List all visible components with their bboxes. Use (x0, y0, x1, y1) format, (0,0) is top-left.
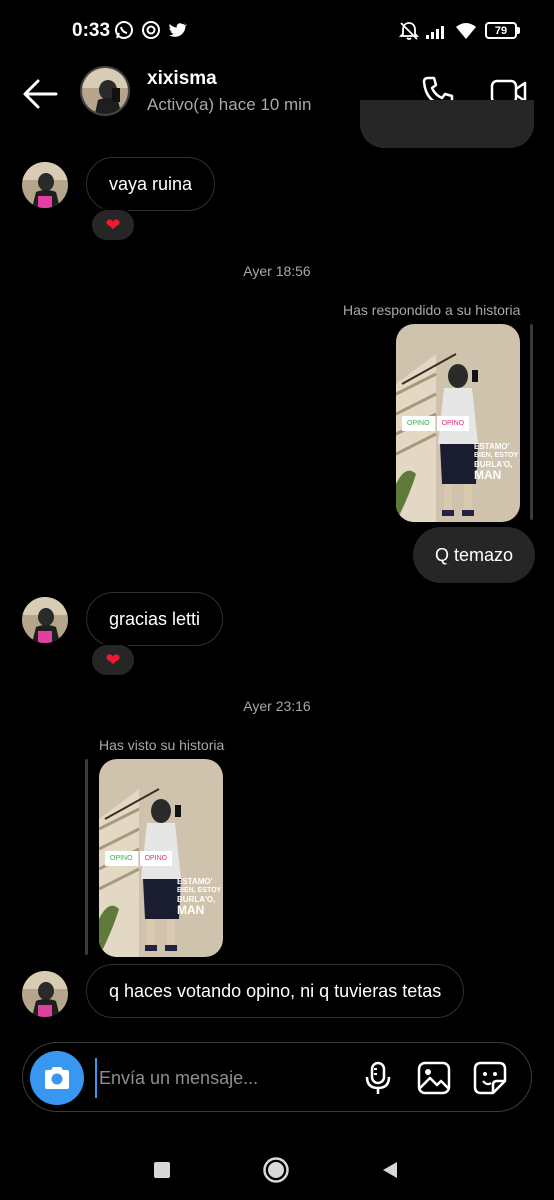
header-avatar[interactable] (80, 66, 130, 116)
recents-button[interactable] (144, 1152, 180, 1188)
back-arrow-icon[interactable] (20, 76, 60, 112)
heart-reaction[interactable]: ❤ (90, 643, 136, 677)
poll-option: OPINO (105, 851, 138, 866)
whatsapp-icon (115, 21, 133, 39)
overlay-line: ESTAMO' (474, 442, 510, 451)
home-button[interactable] (258, 1152, 294, 1188)
sent-message-bubble[interactable]: Q temazo (413, 527, 536, 583)
story-reply-line (530, 324, 533, 520)
heart-reaction[interactable]: ❤ (90, 208, 136, 242)
story-seen-caption: Has visto su historia (99, 737, 225, 753)
story-seen-line (85, 759, 88, 955)
back-triangle-icon (383, 1162, 397, 1178)
story-thumbnail[interactable]: OPINO OPINO ESTAMO' BIEN, ESTOY BURLA'O,… (99, 759, 223, 957)
profile-photo (22, 971, 68, 1017)
profile-photo (22, 597, 68, 643)
overlay-line: MAN (474, 468, 502, 482)
wifi-icon (456, 23, 476, 39)
timestamp: Ayer 23:16 (243, 698, 311, 714)
sender-avatar[interactable] (22, 597, 68, 643)
poll-sticker: OPINO OPINO (105, 851, 173, 866)
previous-message-bubble (360, 100, 534, 148)
activity-status: Activo(a) hace 10 min (147, 95, 312, 114)
twitter-icon (169, 23, 187, 37)
home-circle-icon (263, 1157, 289, 1183)
profile-photo (22, 162, 68, 208)
story-overlay-text: ESTAMO' BIEN, ESTOY BURLA'O, MAN (177, 877, 221, 917)
poll-sticker: OPINO OPINO (402, 416, 470, 431)
system-nav-bar (0, 1140, 554, 1200)
recents-square-icon (154, 1162, 170, 1178)
message-bubble[interactable]: vaya ruina (86, 157, 216, 211)
overlay-line: BIEN, ESTOY (474, 452, 519, 459)
overlay-line: MAN (177, 903, 205, 917)
story-thumbnail[interactable]: OPINO OPINO ESTAMO' BIEN, ESTOY BURLA'O,… (396, 324, 520, 522)
message-bubble[interactable]: q haces votando opino, ni q tuvieras tet… (86, 964, 465, 1018)
status-time: 0:33 (72, 20, 111, 41)
camera-button[interactable] (30, 1051, 84, 1105)
gallery-icon[interactable] (417, 1061, 451, 1095)
story-overlay-text: ESTAMO' BIEN, ESTOY BURLA'O, MAN (474, 442, 518, 482)
poll-option: OPINO (139, 851, 173, 866)
heart-icon: ❤ (105, 649, 121, 670)
battery-tip (517, 27, 520, 34)
camera-icon (45, 1067, 69, 1089)
poll-option: OPINO (402, 416, 435, 431)
message-text: gracias letti (109, 608, 201, 629)
overlay-line: ESTAMO' (177, 877, 213, 886)
privacy-icon (142, 21, 160, 39)
timestamp: Ayer 18:56 (243, 263, 311, 279)
battery-icon: 79 (485, 22, 517, 39)
message-bubble[interactable]: gracias letti (86, 592, 224, 646)
back-button[interactable] (372, 1152, 408, 1188)
overlay-line: BIEN, ESTOY (177, 887, 222, 894)
message-text: q haces votando opino, ni q tuvieras tet… (109, 980, 442, 1001)
mute-icon (398, 22, 420, 40)
story-reply-caption: Has respondido a su historia (343, 302, 521, 318)
message-text: Q temazo (435, 544, 514, 565)
signal-icon (426, 26, 444, 39)
sticker-icon[interactable] (473, 1061, 507, 1095)
message-text: vaya ruina (109, 173, 193, 194)
profile-photo (82, 68, 128, 114)
sender-avatar[interactable] (22, 971, 68, 1017)
heart-icon: ❤ (105, 214, 121, 235)
message-input[interactable] (95, 1058, 355, 1098)
message-composer (22, 1042, 532, 1112)
battery-level: 79 (494, 24, 508, 37)
status-bar: 0:33 79 (0, 0, 554, 62)
sender-avatar[interactable] (22, 162, 68, 208)
contact-name[interactable]: xixisma (147, 68, 217, 90)
poll-option: OPINO (436, 416, 470, 431)
microphone-icon[interactable] (361, 1061, 395, 1095)
